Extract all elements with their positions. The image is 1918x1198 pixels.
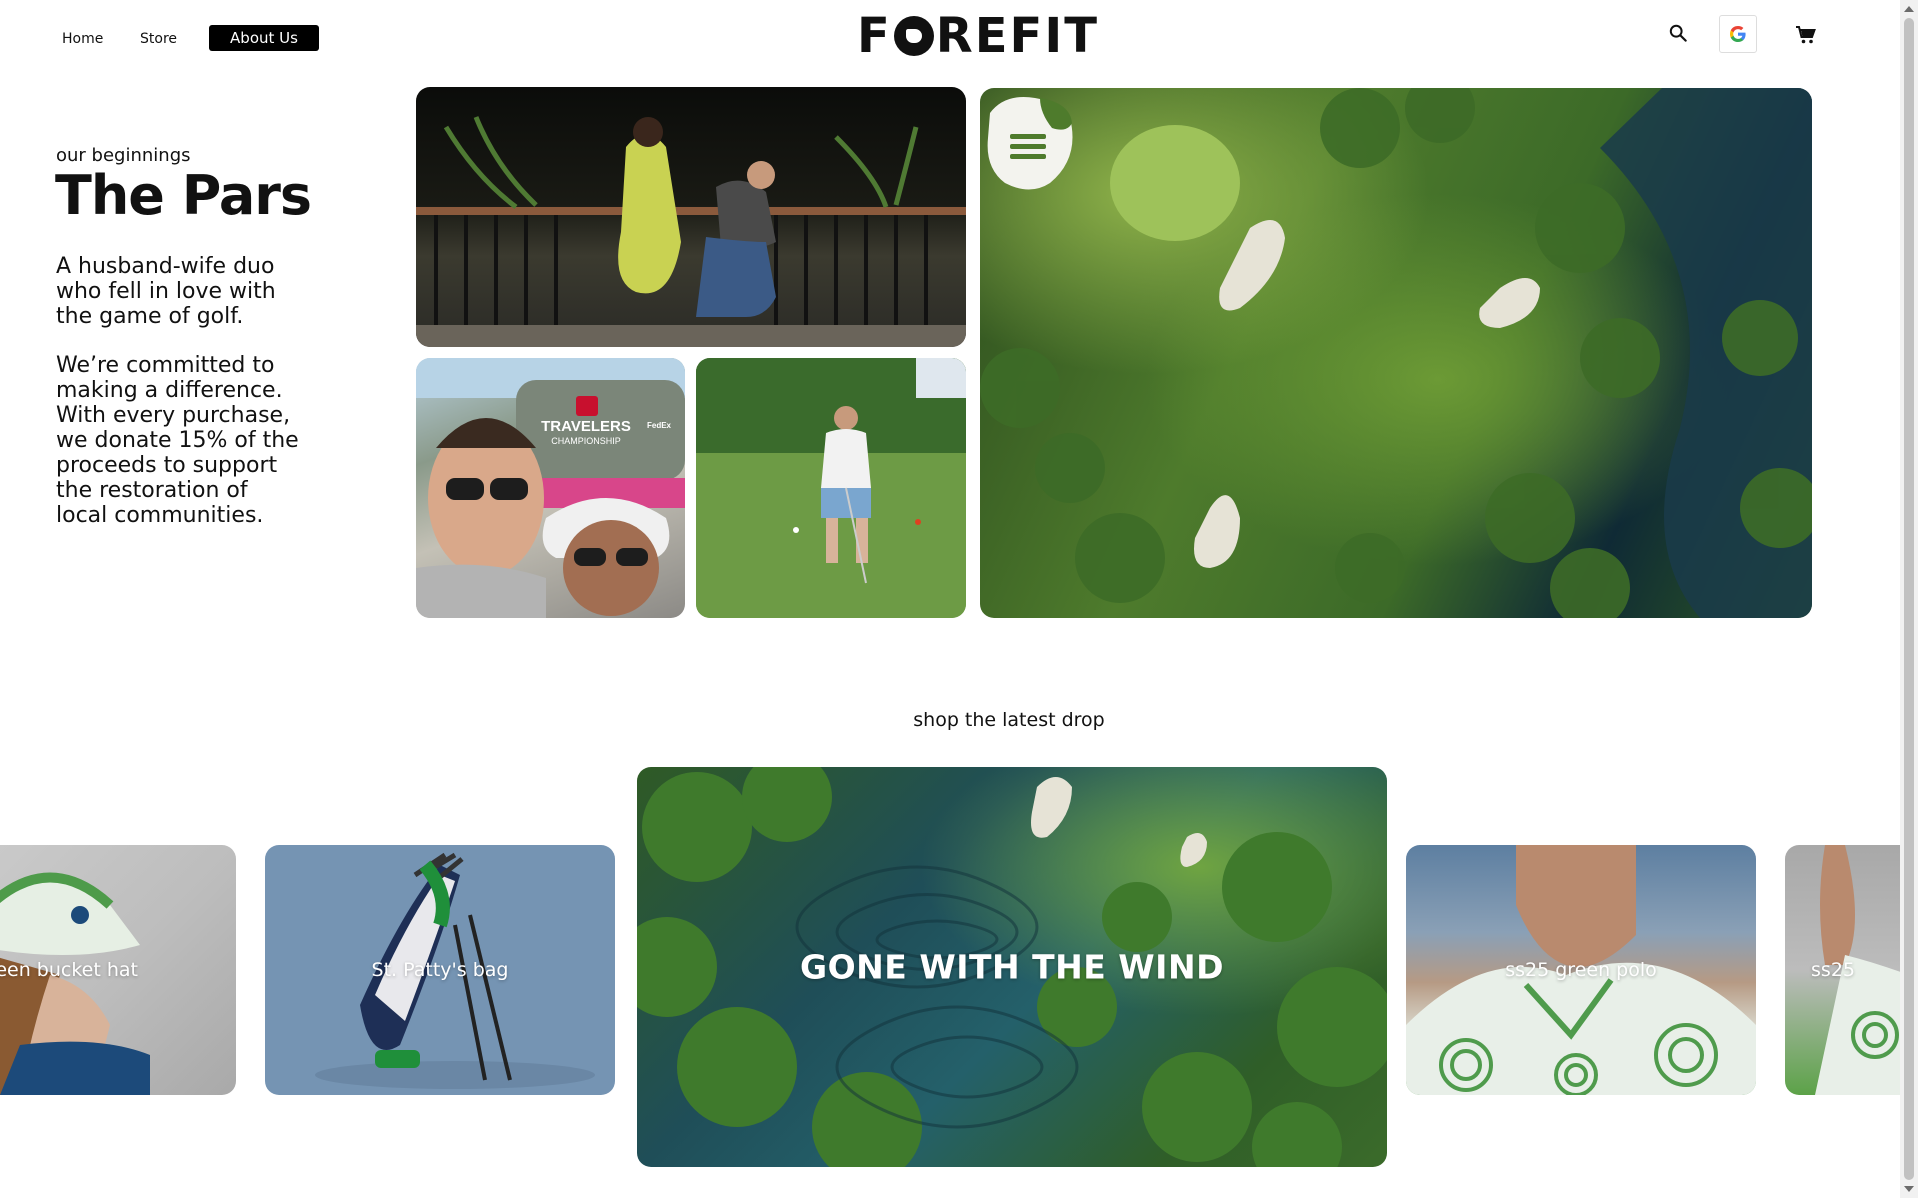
golf-course-aerial-photo <box>980 88 1812 618</box>
cart-icon[interactable] <box>1795 25 1817 45</box>
travelers-championship-selfie-photo: TRAVELERS CHAMPIONSHIP FedEx <box>416 358 685 618</box>
travelers-sign-subtitle: CHAMPIONSHIP <box>551 436 621 446</box>
google-icon <box>1730 26 1746 42</box>
mission-paragraph: We’re committed to making a difference. … <box>56 353 299 528</box>
latest-drop-heading: shop the latest drop <box>913 709 1105 731</box>
scroll-up-arrow-icon[interactable] <box>1904 6 1914 12</box>
proposal-photo <box>416 87 966 347</box>
product-card-label: ss25 <box>1811 959 1855 981</box>
travelers-sign-sponsor: FedEx <box>647 421 672 430</box>
product-card-label: green bucket hat <box>0 959 138 981</box>
product-card-green-polo[interactable]: ss25 green polo <box>1406 845 1756 1095</box>
intro-paragraph: A husband-wife duo who fell in love with… <box>56 254 276 329</box>
page: Home Store About Us F REFIT our beginnin… <box>0 0 1900 1198</box>
vertical-scrollbar[interactable] <box>1900 0 1918 1198</box>
forefit-mark-icon <box>987 97 1073 190</box>
product-card-label: St. Patty's bag <box>371 959 509 981</box>
scrollbar-thumb[interactable] <box>1904 18 1914 1180</box>
travelers-sign-title: TRAVELERS <box>541 418 631 435</box>
product-card-label: ss25 green polo <box>1505 959 1657 981</box>
forefit-logo[interactable]: F REFIT <box>857 8 1099 64</box>
nav-about-us-link[interactable]: About Us <box>209 25 319 51</box>
logo-text-start: F <box>857 8 892 64</box>
scroll-down-arrow-icon[interactable] <box>1904 1186 1914 1192</box>
logo-o-mark-icon <box>893 16 934 56</box>
product-card-ss25-shorts[interactable]: ss25 <box>1785 845 1900 1095</box>
nav-store-link[interactable]: Store <box>140 31 177 47</box>
google-sign-in-button[interactable] <box>1719 15 1757 53</box>
golfer-swing-photo <box>696 358 966 618</box>
logo-text-end: REFIT <box>935 8 1099 64</box>
search-icon[interactable] <box>1669 24 1687 42</box>
nav-home-link[interactable]: Home <box>62 31 103 47</box>
product-card-st-pattys-bag[interactable]: St. Patty's bag <box>265 845 615 1095</box>
page-title: The Pars <box>55 164 312 227</box>
section-kicker: our beginnings <box>56 145 191 166</box>
product-card-bucket-hat[interactable]: green bucket hat <box>0 845 236 1095</box>
featured-collection-title: GONE WITH THE WIND <box>800 947 1224 987</box>
featured-collection-card[interactable]: GONE WITH THE WIND <box>637 767 1387 1167</box>
